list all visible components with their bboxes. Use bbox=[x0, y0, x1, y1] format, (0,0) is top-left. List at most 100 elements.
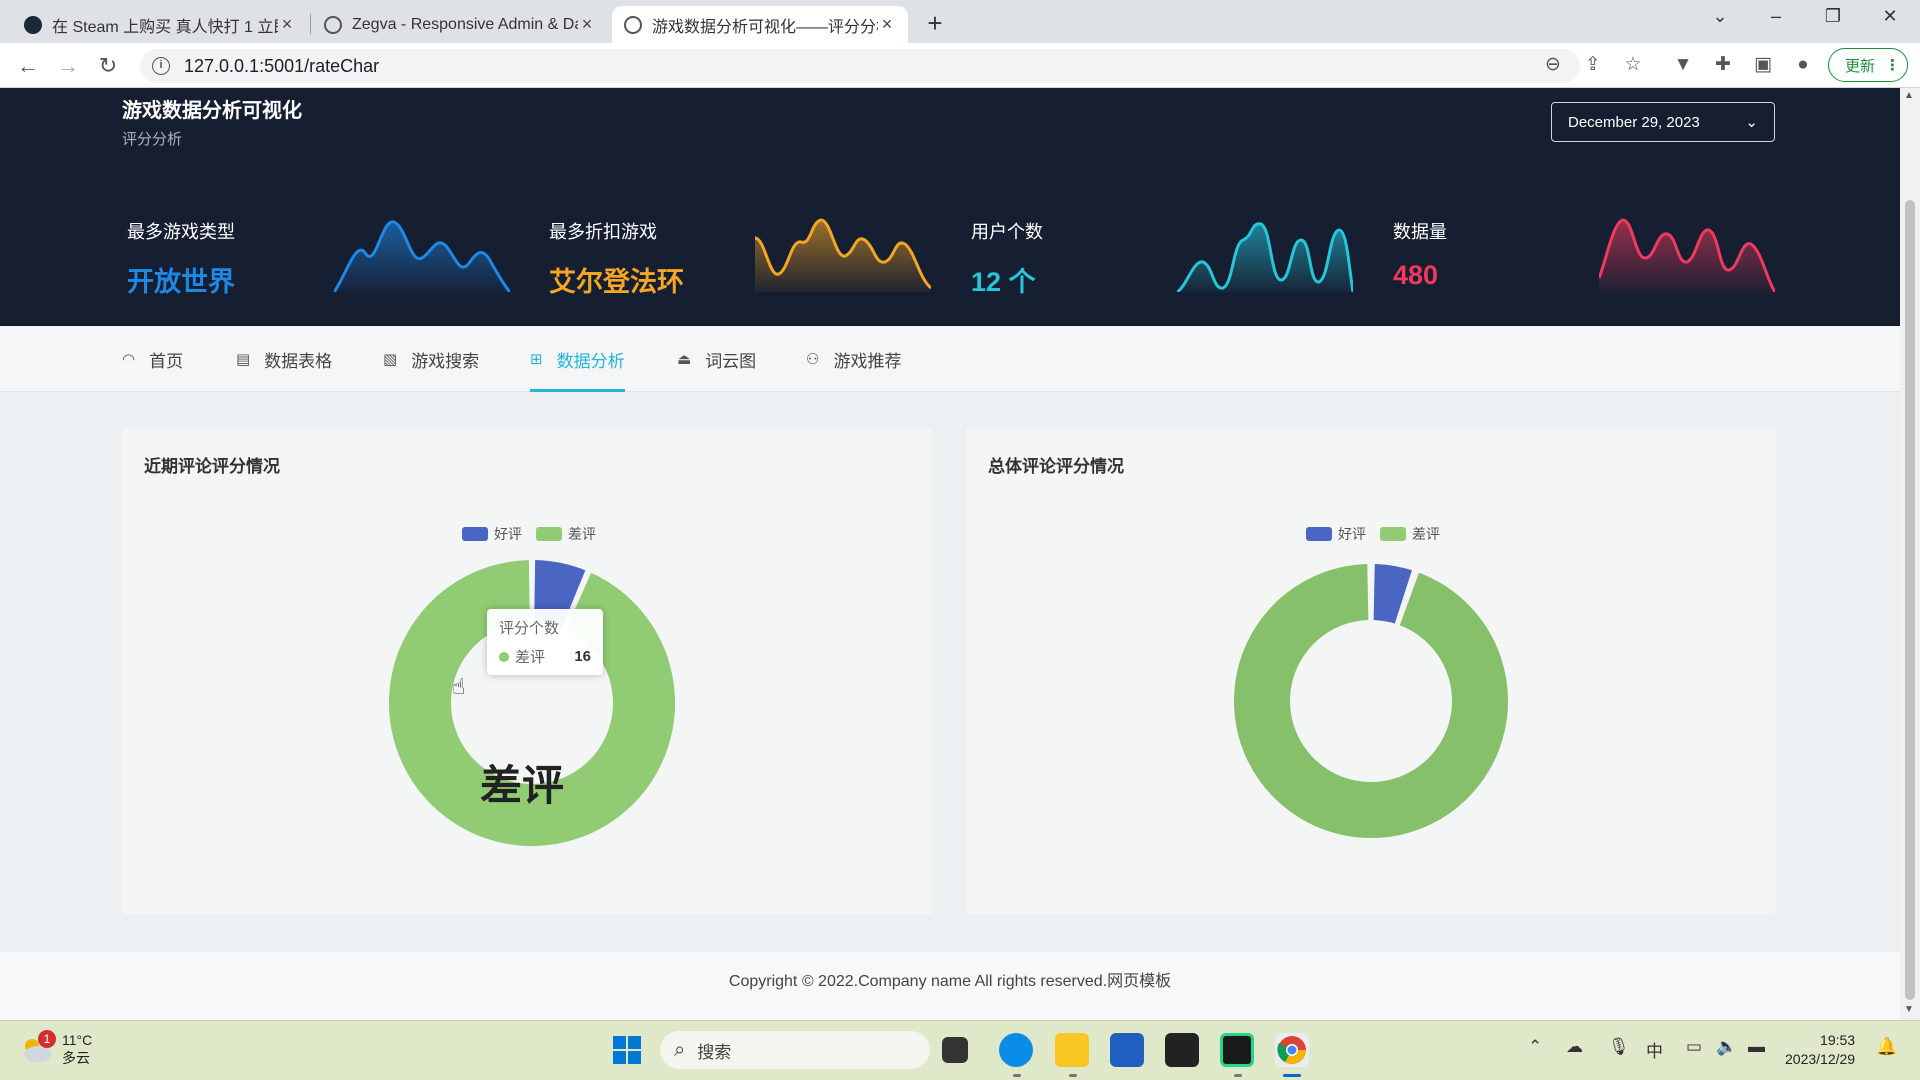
legend-item-good[interactable]: 好评 bbox=[1306, 524, 1366, 544]
nav-item-recommend[interactable]: ⚇ 游戏推荐 bbox=[806, 326, 901, 392]
new-tab-button[interactable]: + bbox=[920, 8, 950, 39]
windows-taskbar: 1 11°C 多云 ⌕ 搜索 ⌃ ☁ 🎙 中 ▭ 🔈 ▬ 19:53 2023/… bbox=[0, 1020, 1920, 1080]
sparkline-chart bbox=[1599, 218, 1775, 292]
nav-item-wordcloud[interactable]: ⏏ 词云图 bbox=[677, 326, 756, 392]
sparkline-chart bbox=[1177, 222, 1353, 292]
chevron-down-icon: ⌄ bbox=[1745, 114, 1758, 131]
cloud-icon: ⏏ bbox=[677, 351, 692, 368]
scrollbar-thumb[interactable] bbox=[1905, 200, 1915, 1000]
stat-card: 最多折扣游戏 艾尔登法环 bbox=[549, 218, 684, 299]
legend-item-bad[interactable]: 差评 bbox=[1380, 524, 1440, 544]
stat-value: 12 个 bbox=[971, 267, 1036, 297]
ime-indicator[interactable]: 中 bbox=[1646, 1037, 1663, 1062]
sparkline-chart bbox=[755, 218, 931, 292]
legend-swatch bbox=[462, 527, 488, 541]
legend-label: 好评 bbox=[494, 526, 522, 542]
microphone-icon[interactable]: 🎙 bbox=[1608, 1037, 1630, 1057]
edge-browser-icon[interactable] bbox=[999, 1033, 1033, 1067]
page-scrollbar[interactable]: ▲ ▼ bbox=[1900, 88, 1920, 1020]
extensions-puzzle-icon[interactable]: ✚ bbox=[1708, 50, 1738, 80]
address-bar: ← → ↻ i 127.0.0.1:5001/rateChar ⊖ ⇪ ☆ ▼ … bbox=[0, 43, 1920, 88]
extension-v-icon[interactable]: ▼ bbox=[1668, 50, 1698, 80]
tab-search-icon[interactable]: ⌄ bbox=[1700, 6, 1740, 27]
bookmark-star-icon[interactable]: ☆ bbox=[1618, 50, 1648, 80]
battery-icon[interactable]: ▬ bbox=[1748, 1037, 1765, 1057]
chart-legend: 好评 差评 bbox=[1306, 524, 1454, 544]
restore-button[interactable]: ❐ bbox=[1813, 6, 1853, 27]
task-view-icon[interactable] bbox=[942, 1037, 968, 1063]
browser-tab[interactable]: 在 Steam 上购买 真人快打 1 立即 × bbox=[12, 6, 308, 43]
running-indicator bbox=[1069, 1074, 1077, 1077]
microsoft-store-icon[interactable] bbox=[1110, 1033, 1144, 1067]
card-title: 近期评论评分情况 bbox=[144, 457, 280, 476]
chrome-icon[interactable] bbox=[1275, 1033, 1309, 1067]
minimize-button[interactable]: – bbox=[1756, 6, 1796, 27]
stat-card: 最多游戏类型 开放世界 bbox=[127, 218, 235, 299]
footer-text: Copyright © 2022.Company name All rights… bbox=[728, 973, 1172, 990]
zoom-icon[interactable]: ⊖ bbox=[1538, 50, 1568, 80]
epic-games-icon[interactable] bbox=[1165, 1033, 1199, 1067]
notification-badge: 1 bbox=[38, 1030, 56, 1048]
close-icon[interactable]: × bbox=[878, 14, 896, 35]
close-icon[interactable]: × bbox=[278, 14, 296, 35]
sparkline-chart bbox=[334, 220, 510, 292]
nav-label: 数据表格 bbox=[264, 351, 333, 371]
nav-item-analysis[interactable]: ⊞ 数据分析 bbox=[530, 326, 625, 392]
weather-temp: 11°C bbox=[62, 1032, 93, 1048]
legend-swatch bbox=[536, 527, 562, 541]
tab-title: 在 Steam 上购买 真人快打 1 立即 bbox=[52, 18, 278, 36]
date-select[interactable]: December 29, 2023 ⌄ bbox=[1551, 102, 1775, 142]
weather-widget[interactable]: 1 11°C 多云 bbox=[20, 1030, 93, 1067]
side-panel-icon[interactable]: ▣ bbox=[1748, 50, 1778, 80]
taskbar-search[interactable]: ⌕ 搜索 bbox=[660, 1031, 930, 1069]
nav-item-search[interactable]: ▧ 游戏搜索 bbox=[383, 326, 479, 392]
share-icon[interactable]: ⇪ bbox=[1578, 50, 1608, 80]
update-label: 更新 bbox=[1845, 57, 1876, 75]
windows-start-icon[interactable] bbox=[610, 1033, 644, 1067]
stat-label: 最多折扣游戏 bbox=[549, 222, 657, 242]
window-close-button[interactable]: ✕ bbox=[1870, 6, 1910, 27]
active-indicator bbox=[1283, 1074, 1301, 1077]
running-indicator bbox=[1234, 1074, 1242, 1077]
nav-item-home[interactable]: ◠ 首页 bbox=[122, 326, 183, 392]
nav-item-table[interactable]: ▤ 数据表格 bbox=[236, 326, 332, 392]
legend-item-good[interactable]: 好评 bbox=[462, 524, 522, 544]
tooltip-value: 16 bbox=[574, 648, 591, 665]
legend-swatch bbox=[1306, 527, 1332, 541]
tab-title: Zegva - Responsive Admin & Da bbox=[352, 15, 578, 33]
legend-item-bad[interactable]: 差评 bbox=[536, 524, 596, 544]
url-bar[interactable]: i 127.0.0.1:5001/rateChar bbox=[140, 49, 1580, 83]
show-hidden-icons[interactable]: ⌃ bbox=[1528, 1037, 1542, 1057]
update-button[interactable]: 更新 ⋮ bbox=[1828, 48, 1908, 82]
system-clock[interactable]: 19:53 2023/12/29 bbox=[1785, 1031, 1855, 1069]
menu-dots-icon[interactable]: ⋮ bbox=[1885, 56, 1900, 74]
chart-tooltip: 评分个数 差评 16 bbox=[487, 609, 603, 675]
forward-button[interactable]: → bbox=[54, 52, 82, 80]
donut-chart bbox=[1232, 562, 1510, 840]
main-nav: ◠ 首页 ▤ 数据表格 ▧ 游戏搜索 ⊞ 数据分析 ⏏ 词云图 ⚇ 游戏推荐 bbox=[0, 326, 1900, 392]
reload-button[interactable]: ↻ bbox=[94, 52, 122, 80]
profile-icon[interactable]: ● bbox=[1788, 50, 1818, 80]
wifi-icon[interactable]: ▭ bbox=[1686, 1037, 1702, 1057]
network-cloud-icon[interactable]: ☁ bbox=[1566, 1037, 1583, 1057]
scroll-down-icon[interactable]: ▼ bbox=[1904, 1004, 1914, 1015]
volume-icon[interactable]: 🔈 bbox=[1716, 1037, 1737, 1057]
close-icon[interactable]: × bbox=[578, 14, 596, 35]
browser-tab-active[interactable]: 游戏数据分析可视化——评分分析 × bbox=[612, 6, 908, 43]
tooltip-name: 差评 bbox=[515, 649, 546, 666]
chart-legend: 好评 差评 bbox=[462, 524, 610, 544]
notification-bell-icon[interactable]: 🔔 bbox=[1876, 1037, 1897, 1057]
browser-tab-strip: 在 Steam 上购买 真人快打 1 立即 × Zegva - Responsi… bbox=[0, 0, 1920, 43]
site-info-icon[interactable]: i bbox=[152, 57, 170, 75]
tooltip-dot bbox=[499, 651, 509, 662]
url-text[interactable]: 127.0.0.1:5001/rateChar bbox=[184, 56, 379, 77]
browser-tab[interactable]: Zegva - Responsive Admin & Da × bbox=[312, 6, 608, 43]
pie-slice-bad[interactable] bbox=[1232, 562, 1510, 840]
file-explorer-icon[interactable] bbox=[1055, 1033, 1089, 1067]
nav-label: 游戏推荐 bbox=[833, 351, 902, 371]
globe-icon bbox=[624, 15, 642, 34]
stat-label: 数据量 bbox=[1393, 222, 1447, 242]
scroll-up-icon[interactable]: ▲ bbox=[1904, 90, 1914, 101]
back-button[interactable]: ← bbox=[14, 52, 42, 80]
pycharm-icon[interactable] bbox=[1220, 1033, 1254, 1067]
